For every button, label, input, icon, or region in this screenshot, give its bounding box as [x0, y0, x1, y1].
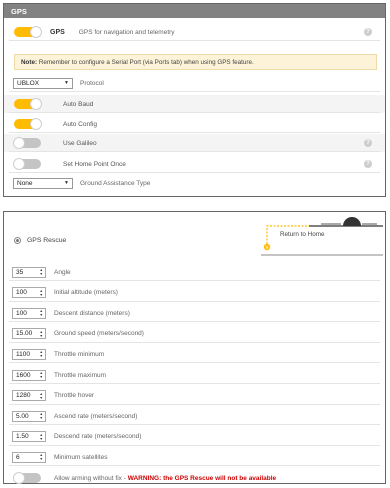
auto-baud-row: Auto Baud: [4, 95, 385, 113]
number-value: 100: [16, 309, 27, 317]
gps-rescue-warning: WARNING: the GPS Rescue will not be avai…: [127, 474, 277, 482]
allow-arming-label: Allow arming without fix -: [54, 474, 128, 482]
auto-config-label: Auto Config: [63, 120, 97, 128]
rescue-field-row: 5.00 ▲ ▼ Ascend rate (meters/second): [4, 407, 385, 426]
protocol-select[interactable]: UBLOX ▼: [13, 77, 73, 89]
field-label: Throttle maximum: [54, 371, 107, 379]
help-icon[interactable]: ?: [364, 139, 372, 147]
protocol-row: UBLOX ▼ Protocol: [4, 74, 385, 92]
chevron-down-icon: ▼: [64, 180, 69, 186]
field-label: Minimum satellites: [54, 453, 108, 461]
number-stepper[interactable]: 1.50 ▲ ▼: [12, 431, 46, 443]
svg-text:H: H: [265, 245, 268, 250]
ground-assist-label: Ground Assistance Type: [80, 179, 151, 187]
number-stepper[interactable]: 1280 ▲ ▼: [12, 390, 46, 402]
spinner-arrows-icon[interactable]: ▲ ▼: [40, 350, 43, 359]
chevron-down-icon: ▼: [64, 80, 69, 86]
number-value: 15.00: [16, 330, 33, 338]
number-value: 35: [16, 268, 24, 276]
field-label: Throttle hover: [54, 392, 95, 400]
number-stepper[interactable]: 100 ▲ ▼: [12, 287, 46, 299]
number-value: 1280: [16, 392, 31, 400]
gps-enable-label: GPS: [50, 28, 65, 36]
number-stepper[interactable]: 35 ▲ ▼: [12, 266, 46, 278]
spinner-arrows-icon[interactable]: ▲ ▼: [40, 412, 43, 421]
home-point-row: Set Home Point Once ?: [4, 155, 385, 173]
rescue-field-row: 100 ▲ ▼ Initial altitude (meters): [4, 284, 385, 302]
number-value: 6: [16, 453, 20, 461]
gps-rescue-radio[interactable]: [14, 236, 21, 244]
spinner-arrows-icon[interactable]: ▲ ▼: [40, 309, 43, 318]
rescue-field-row: 15.00 ▲ ▼ Ground speed (meters/second): [4, 325, 385, 343]
spinner-arrows-icon[interactable]: ▲ ▼: [40, 268, 43, 277]
field-label: Descent distance (meters): [54, 309, 130, 317]
number-stepper[interactable]: 1600 ▲ ▼: [12, 369, 46, 381]
ground-assist-select[interactable]: None ▼: [13, 177, 73, 189]
rescue-field-row: 1280 ▲ ▼ Throttle hover: [4, 387, 385, 405]
number-value: 1600: [16, 371, 31, 379]
number-value: 100: [16, 289, 27, 297]
allow-arming-toggle[interactable]: [13, 472, 41, 484]
gps-panel-header: GPS: [4, 4, 385, 18]
protocol-label: Protocol: [80, 79, 104, 87]
home-point-toggle[interactable]: [13, 158, 41, 170]
number-stepper[interactable]: 15.00 ▲ ▼: [12, 328, 46, 340]
note-text: Remember to configure a Serial Port (via…: [37, 59, 254, 66]
number-value: 1100: [16, 350, 30, 358]
protocol-value: UBLOX: [17, 79, 40, 87]
number-stepper[interactable]: 5.00 ▲ ▼: [12, 410, 46, 422]
gps-enable-toggle[interactable]: [14, 26, 42, 38]
spinner-arrows-icon[interactable]: ▲ ▼: [40, 371, 43, 380]
use-galileo-row: Use Galileo ?: [4, 134, 385, 152]
field-label: Angle: [54, 268, 71, 276]
gps-enable-desc: GPS for navigation and telemetry: [78, 28, 175, 36]
ground-assist-value: None: [17, 179, 33, 187]
ground-assist-row: None ▼ Ground Assistance Type: [4, 174, 385, 192]
gps-rescue-label: GPS Rescue: [27, 236, 67, 244]
gps-panel: GPS GPS GPS for navigation and telemetry…: [3, 3, 386, 197]
field-label: Ground speed (meters/second): [54, 330, 144, 338]
field-label: Throttle minimum: [54, 350, 105, 358]
rescue-field-row: 35 ▲ ▼ Angle: [4, 263, 385, 281]
help-icon[interactable]: ?: [364, 28, 372, 36]
number-stepper[interactable]: 6 ▲ ▼: [12, 451, 46, 463]
spinner-arrows-icon[interactable]: ▲ ▼: [40, 391, 43, 400]
rescue-field-row: 1100 ▲ ▼ Throttle minimum: [4, 345, 385, 364]
home-point-label: Set Home Point Once: [63, 160, 126, 168]
use-galileo-toggle[interactable]: [13, 137, 41, 149]
field-label: Descend rate (meters/second): [54, 433, 142, 441]
return-to-home-diagram: H Return to Home: [261, 214, 383, 258]
auto-config-toggle[interactable]: [14, 118, 42, 130]
help-icon[interactable]: ?: [364, 160, 372, 168]
rescue-field-row: 1600 ▲ ▼ Throttle maximum: [4, 366, 385, 384]
number-value: 5.00: [16, 412, 29, 420]
auto-config-row: Auto Config: [4, 115, 385, 133]
spinner-arrows-icon[interactable]: ▲ ▼: [40, 288, 43, 297]
allow-arming-row: Allow arming without fix - WARNING: the …: [4, 469, 385, 487]
rescue-field-row: 6 ▲ ▼ Minimum satellites: [4, 448, 385, 467]
number-stepper[interactable]: 1100 ▲ ▼: [12, 348, 46, 360]
field-label: Initial altitude (meters): [54, 289, 118, 297]
use-galileo-label: Use Galileo: [63, 139, 97, 147]
allow-arming-text: Allow arming without fix - WARNING: the …: [54, 475, 276, 482]
gps-rescue-panel: GPS Rescue H Return to Home 35 ▲ ▼ Angle 100…: [3, 211, 386, 484]
auto-baud-toggle[interactable]: [14, 98, 42, 110]
auto-baud-label: Auto Baud: [63, 100, 94, 108]
rescue-field-row: 100 ▲ ▼ Descent distance (meters): [4, 304, 385, 323]
rescue-field-row: 1.50 ▲ ▼ Descend rate (meters/second): [4, 428, 385, 446]
diagram-label: Return to Home: [280, 231, 325, 238]
field-label: Ascend rate (meters/second): [54, 412, 138, 420]
spinner-arrows-icon[interactable]: ▲ ▼: [40, 432, 43, 441]
gps-enable-row: GPS GPS for navigation and telemetry ?: [4, 23, 385, 41]
number-value: 1.50: [16, 433, 29, 441]
number-stepper[interactable]: 100 ▲ ▼: [12, 307, 46, 319]
spinner-arrows-icon[interactable]: ▲ ▼: [40, 329, 43, 338]
note-prefix: Note:: [21, 59, 38, 66]
serial-port-note: Note: Remember to configure a Serial Por…: [14, 54, 377, 70]
spinner-arrows-icon[interactable]: ▲ ▼: [40, 453, 43, 462]
